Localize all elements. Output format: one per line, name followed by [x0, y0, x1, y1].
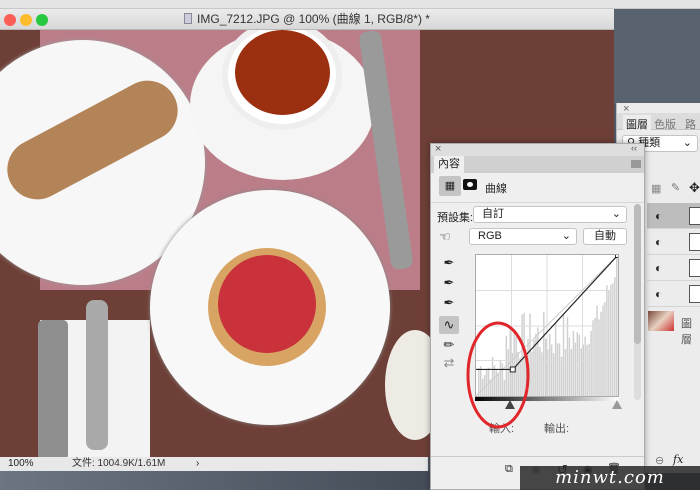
- histogram-bar: [550, 344, 553, 396]
- histogram-bar: [588, 343, 590, 396]
- histogram-bar: [552, 353, 555, 396]
- black-point-eyedropper-icon[interactable]: ✒: [439, 254, 459, 272]
- histogram-bar: [612, 283, 614, 396]
- tab-channels[interactable]: 色版: [654, 116, 676, 132]
- histogram-bar: [598, 319, 600, 396]
- histogram-bar: [574, 342, 577, 396]
- layer-mask-thumbnail[interactable]: [689, 285, 700, 303]
- channel-value: RGB: [478, 230, 502, 242]
- curve-control-point[interactable]: [615, 254, 619, 258]
- gray-point-eyedropper-icon[interactable]: ✒: [439, 274, 459, 292]
- histogram-bar: [606, 285, 608, 396]
- histogram-bar: [545, 338, 547, 396]
- histogram-bar: [592, 320, 594, 396]
- output-label: 輸出:: [544, 423, 570, 435]
- chevron-down-icon: ⌄: [611, 208, 621, 220]
- fx-icon[interactable]: fx: [673, 453, 683, 466]
- histogram-bar: [566, 317, 569, 396]
- histogram-bar: [604, 301, 606, 396]
- on-image-adjust-icon[interactable]: ☜: [439, 229, 451, 245]
- scrollbar[interactable]: [634, 204, 641, 400]
- histogram-bar: [578, 334, 581, 396]
- histogram-bar: [558, 343, 561, 396]
- auto-button[interactable]: 自動: [583, 228, 627, 245]
- layer-mask-thumbnail[interactable]: [689, 233, 700, 251]
- layer-mask-thumbnail[interactable]: [689, 207, 700, 225]
- histogram-bar: [556, 343, 559, 396]
- histogram-bar: [608, 290, 610, 396]
- status-bar: 100% 文件: 1004.9K/1.61M ›: [0, 457, 428, 471]
- histogram-bar: [554, 322, 557, 396]
- adjustment-type-label: 曲線: [485, 183, 507, 195]
- histogram-bar: [562, 315, 565, 396]
- brush-icon[interactable]: ✎: [671, 181, 680, 194]
- histogram-bar: [600, 311, 602, 396]
- adjustment-icon: ◐: [655, 261, 663, 275]
- close-window-button[interactable]: [4, 14, 16, 26]
- curves-icon[interactable]: ▦: [439, 176, 461, 196]
- channel-dropdown[interactable]: RGB ⌄: [469, 228, 577, 245]
- strawberries: [218, 255, 316, 353]
- histogram-bar: [570, 349, 573, 396]
- histogram-bar: [610, 284, 612, 396]
- adjustment-icon: ◐: [655, 235, 663, 249]
- histogram-bar: [568, 337, 571, 396]
- zoom-level[interactable]: 100%: [8, 457, 34, 471]
- histogram-bar: [580, 348, 583, 396]
- histogram-bar: [590, 330, 592, 396]
- white-point-eyedropper-icon[interactable]: ✒: [439, 294, 459, 312]
- document-title-bar: IMG_7212.JPG @ 100% (曲線 1, RGB/8*) *: [0, 9, 614, 30]
- panel-menu-icon[interactable]: [631, 160, 641, 168]
- chevron-down-icon: ⌄: [561, 230, 571, 242]
- highlight-annotation-ellipse: [466, 321, 530, 429]
- layer-name: 圖層: [681, 318, 692, 346]
- fork: [38, 320, 68, 457]
- histogram-bar: [584, 336, 586, 396]
- collapse-icon[interactable]: ‹‹: [631, 143, 637, 153]
- panel-close-icon[interactable]: ×: [435, 143, 441, 155]
- mask-icon[interactable]: [463, 179, 477, 190]
- adjustment-icon: ◐: [655, 287, 663, 301]
- tab-layers[interactable]: 圖層: [623, 115, 651, 133]
- workspace-bottom: [0, 471, 430, 490]
- document-info: 文件: 1004.9K/1.61M: [72, 458, 166, 469]
- histogram-bar: [586, 344, 588, 396]
- app-toolbar-strip: [0, 0, 700, 9]
- dinner-knife: [86, 300, 108, 450]
- minimize-window-button[interactable]: [20, 14, 32, 26]
- watermark: minwt.com: [520, 466, 700, 490]
- workspace-background: [614, 9, 700, 104]
- histogram-bar: [594, 317, 596, 396]
- layer-thumbnail[interactable]: [648, 311, 674, 331]
- tab-properties[interactable]: 內容: [434, 156, 464, 173]
- histogram-bar: [614, 277, 616, 396]
- histogram-bar: [576, 332, 579, 396]
- adjustment-icon: ◐: [655, 209, 663, 223]
- white-input-slider[interactable]: [612, 400, 622, 409]
- histogram-bar: [596, 305, 598, 396]
- tea: [235, 30, 330, 115]
- chevron-down-icon: ⌄: [682, 137, 692, 149]
- preset-dropdown[interactable]: 自訂 ⌄: [473, 206, 627, 223]
- histogram-bar: [572, 330, 575, 396]
- histogram-bar: [602, 305, 604, 396]
- preset-label: 預設集:: [437, 212, 474, 224]
- zoom-window-button[interactable]: [36, 14, 48, 26]
- histogram-bar: [560, 356, 563, 396]
- move-icon[interactable]: ✥: [689, 180, 700, 196]
- layer-mask-thumbnail[interactable]: [689, 259, 700, 277]
- preset-value: 自訂: [482, 208, 504, 220]
- histogram-bar: [548, 333, 551, 396]
- clip-to-layer-icon[interactable]: ⧉: [505, 463, 513, 476]
- histogram-bar: [564, 348, 567, 396]
- lock-pixels-icon[interactable]: ▦: [651, 182, 661, 195]
- document-icon: [184, 13, 193, 24]
- document-title: IMG_7212.JPG @ 100% (曲線 1, RGB/8*) *: [197, 12, 430, 26]
- status-menu-arrow[interactable]: ›: [196, 457, 199, 471]
